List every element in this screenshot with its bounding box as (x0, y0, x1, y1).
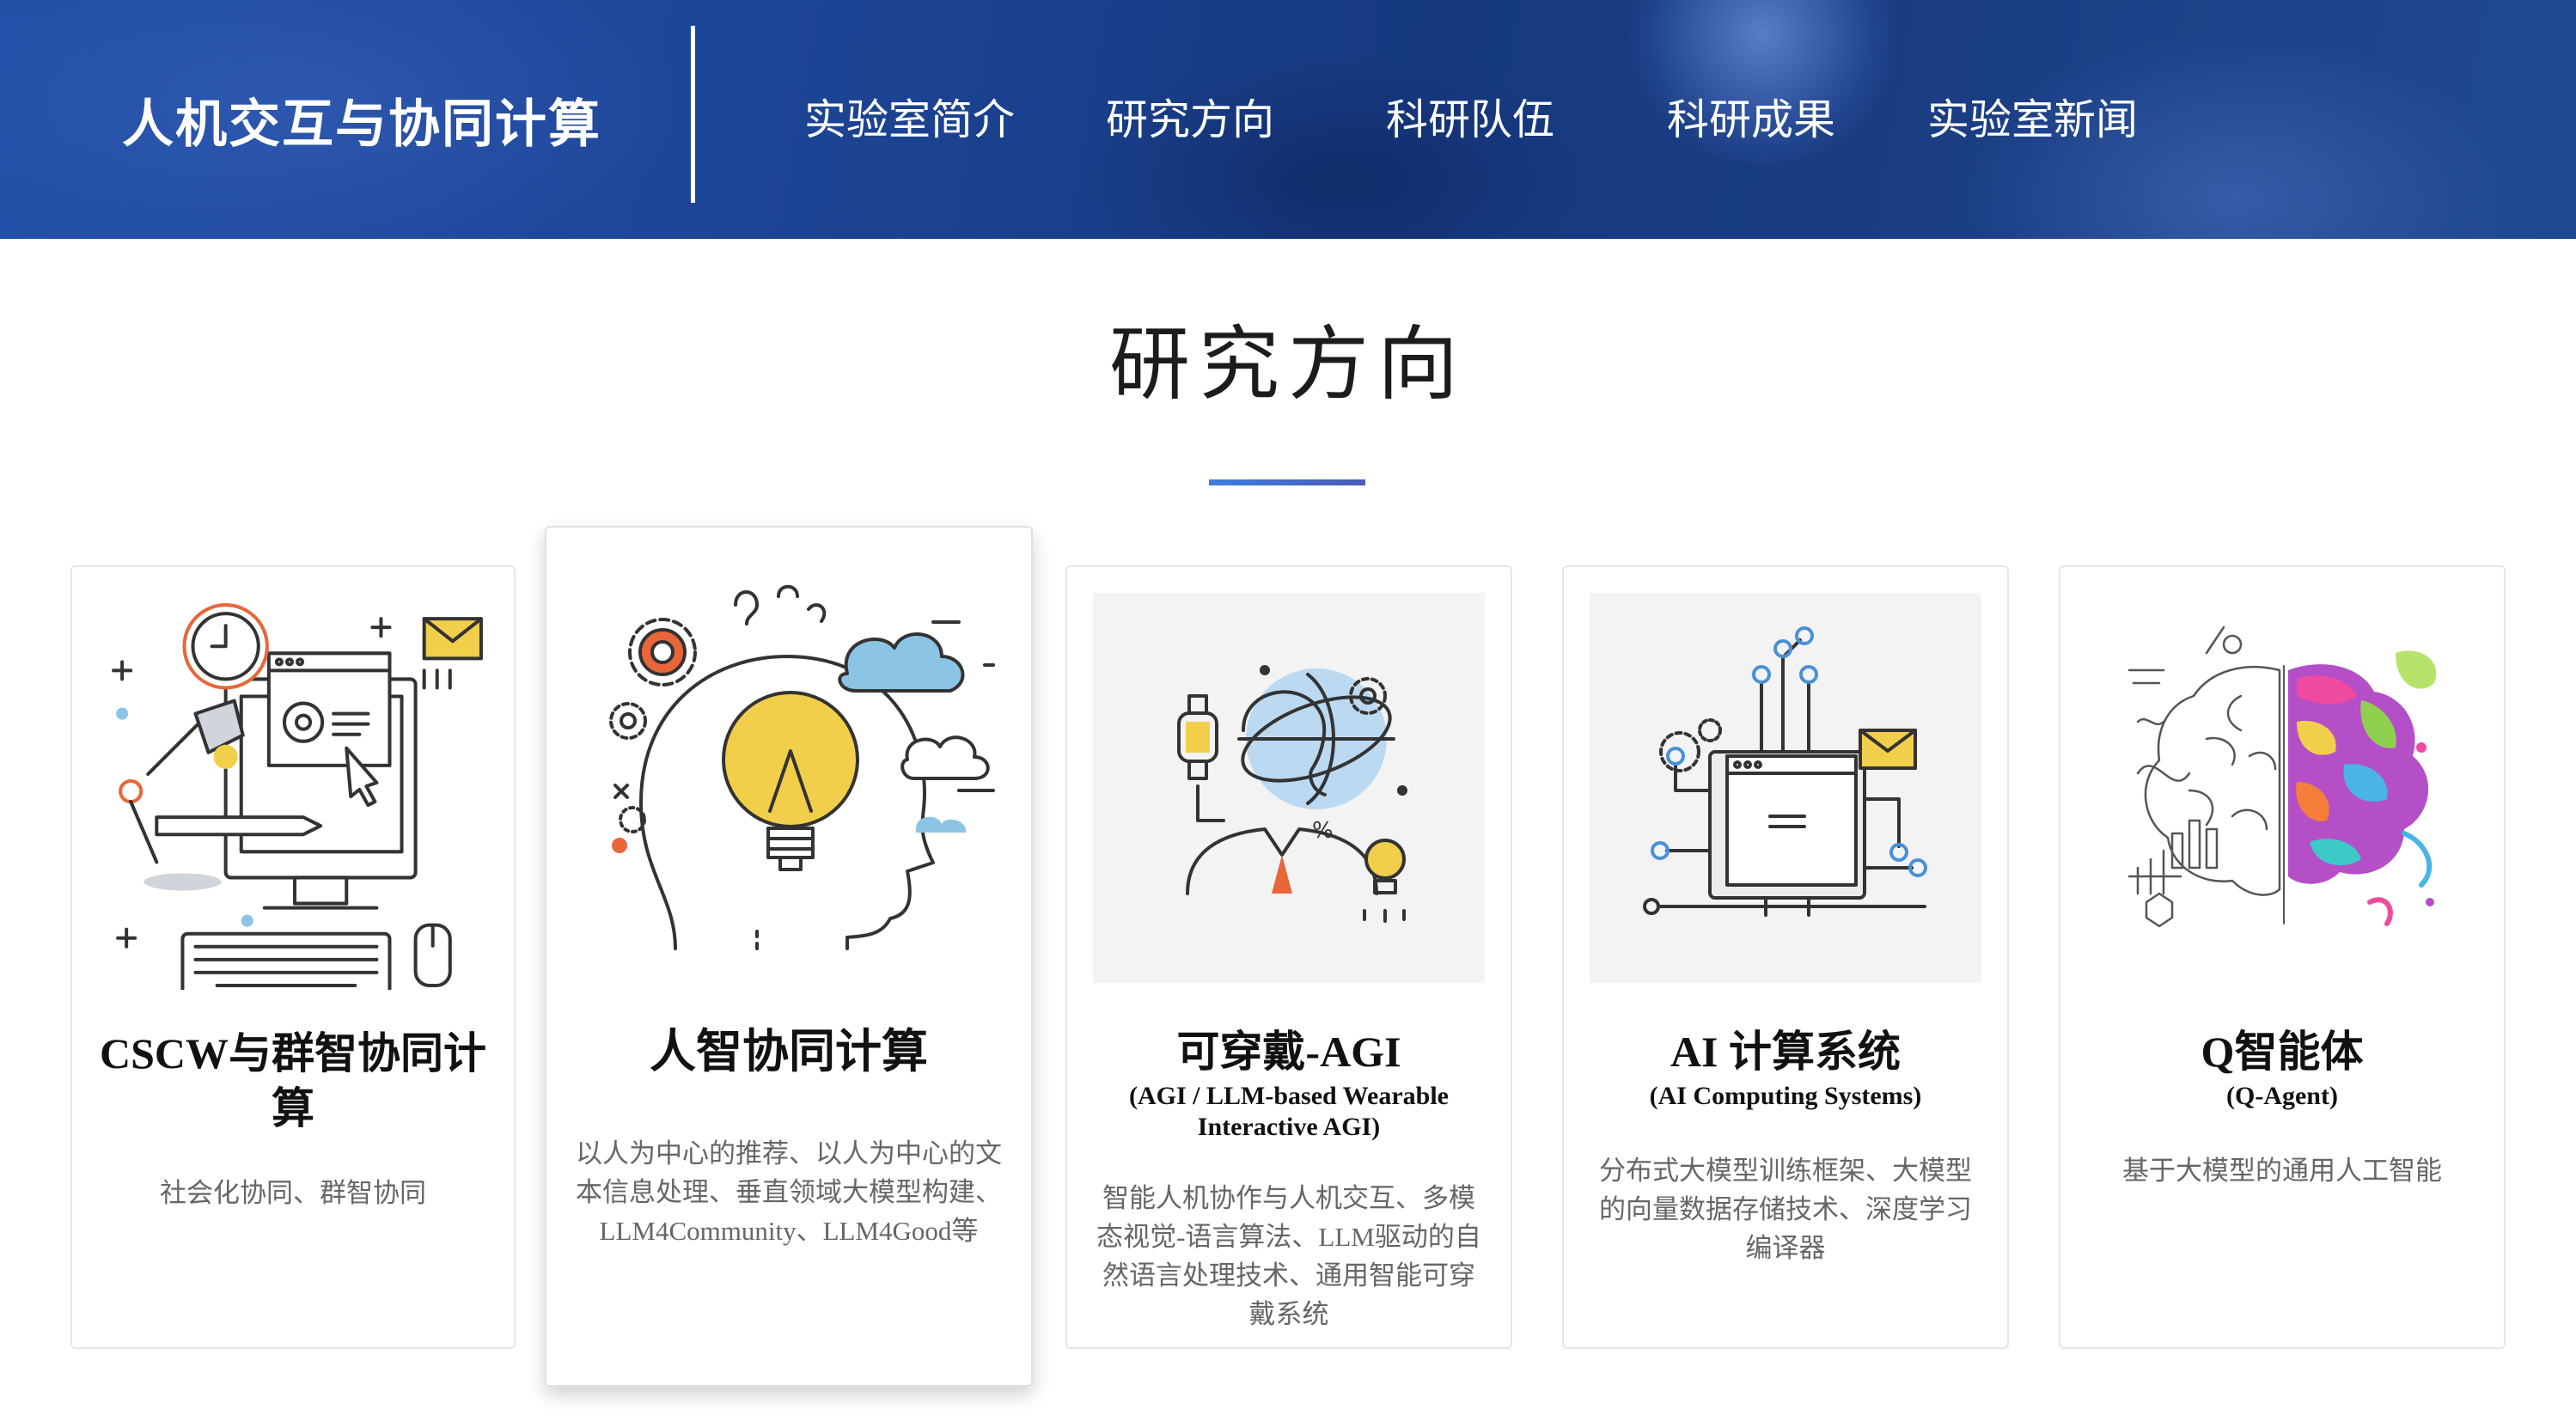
header-divider (691, 26, 695, 203)
card-subtitle: (AI Computing Systems) (1649, 1082, 1922, 1110)
research-card-ai-computing[interactable]: AI 计算系统 (AI Computing Systems) 分布式大模型训练框… (1562, 565, 2009, 1349)
card-title: 人智协同计算 (650, 1026, 928, 1077)
section-title: 研究方向 (1108, 318, 1467, 412)
nav-item-research-team[interactable]: 科研队伍 (1386, 86, 1554, 147)
card-title: AI 计算系统 (1670, 1028, 1901, 1076)
section-title-underline (1209, 479, 1365, 485)
research-card-cscw[interactable]: CSCW与群智协同计算 社会化协同、群智协同 (70, 565, 516, 1349)
nav-item-research-directions[interactable]: 研究方向 (1106, 86, 1274, 147)
wearable-person-illustration-icon: % (1093, 593, 1485, 983)
card-description: 社会化协同、群智协同 (160, 1178, 426, 1208)
svg-text:%: % (1312, 818, 1334, 844)
card-description: 基于大模型的通用人工智能 (2122, 1156, 2442, 1186)
card-subtitle: (AGI / LLM-based Wearable Interactive AG… (1129, 1082, 1449, 1141)
computer-circuit-illustration-icon (1590, 593, 1981, 983)
card-description: 以人为中心的推荐、以人为中心的文本信息处理、垂直领域大模型构建、LLM4Comm… (576, 1138, 1002, 1246)
site-title[interactable]: 人机交互与协同计算 (122, 82, 601, 157)
colorful-brain-illustration-icon (2112, 619, 2456, 962)
nav-item-lab-intro[interactable]: 实验室简介 (804, 86, 1015, 147)
research-card-human-ai[interactable]: 人智协同计算 以人为中心的推荐、以人为中心的文本信息处理、垂直领域大模型构建、L… (545, 526, 1033, 1387)
card-title: Q智能体 (2201, 1028, 2364, 1076)
research-card-wearable-agi[interactable]: % 可穿戴-AGI (AGI / LLM-based Wearable Inte… (1065, 565, 1512, 1349)
nav-item-lab-news[interactable]: 实验室新闻 (1927, 86, 2138, 147)
head-lightbulb-illustration-icon (581, 579, 1000, 974)
site-header: 人机交互与协同计算 实验室简介 研究方向 科研队伍 科研成果 实验室新闻 (0, 0, 2576, 239)
card-description: 智能人机协作与人机交互、多模态视觉-语言算法、LLM驱动的自然语言处理技术、通用… (1096, 1183, 1481, 1329)
card-subtitle: (Q-Agent) (2226, 1082, 2338, 1110)
research-card-q-agent[interactable]: Q智能体 (Q-Agent) 基于大模型的通用人工智能 (2059, 565, 2506, 1349)
card-title: 可穿戴-AGI (1176, 1028, 1401, 1076)
card-description: 分布式大模型训练框架、大模型的向量数据存储技术、深度学习编译器 (1599, 1156, 1972, 1263)
card-title: CSCW与群智协同计算 (99, 1029, 487, 1132)
computer-workspace-illustration-icon (96, 593, 493, 990)
nav-item-research-results[interactable]: 科研成果 (1667, 86, 1835, 147)
